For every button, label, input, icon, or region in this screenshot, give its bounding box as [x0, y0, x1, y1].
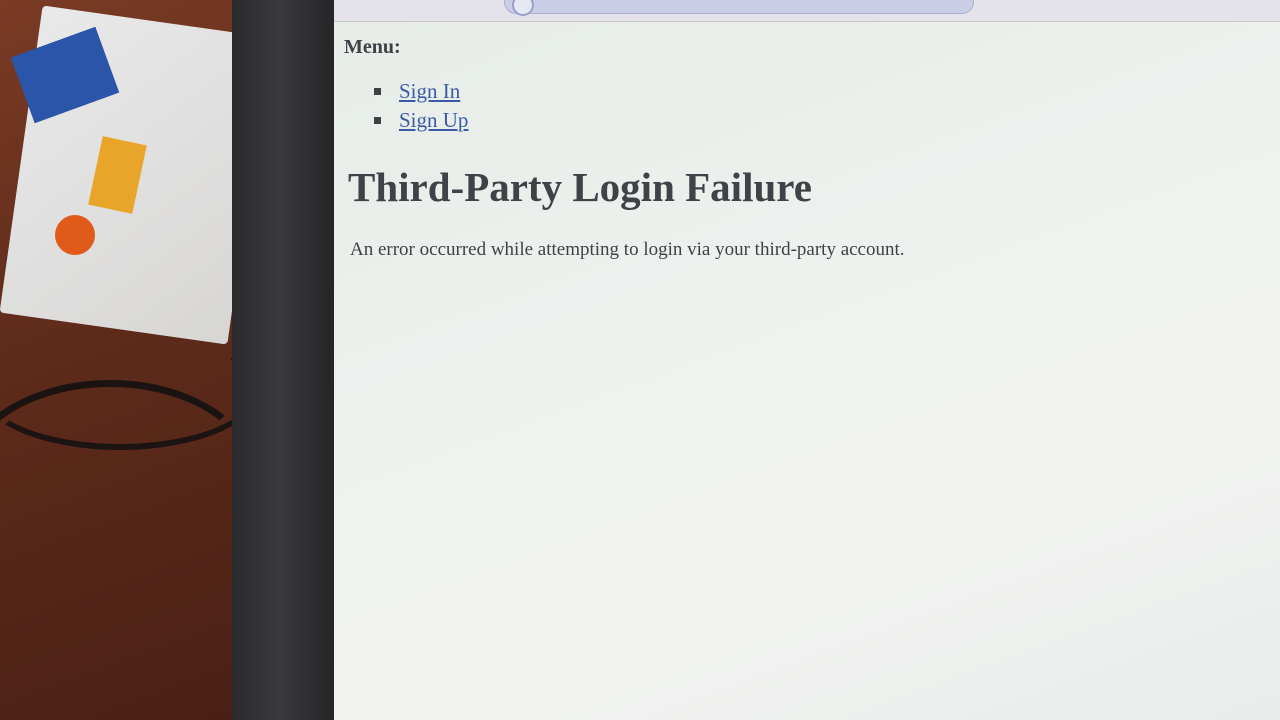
sign-in-link[interactable]: Sign In — [399, 79, 460, 104]
sign-up-link[interactable]: Sign Up — [399, 108, 468, 133]
browser-address-bar[interactable] — [334, 0, 1280, 22]
menu-list: Sign In Sign Up — [374, 77, 905, 135]
square-bullet-icon — [374, 88, 381, 95]
url-field[interactable] — [504, 0, 974, 14]
desk-background — [0, 0, 271, 720]
menu-item-sign-in: Sign In — [374, 77, 905, 106]
monitor-bezel — [232, 0, 350, 720]
monitor-screen: Menu: Sign In Sign Up Third-Party Login … — [334, 0, 1280, 720]
error-message: An error occurred while attempting to lo… — [350, 239, 905, 260]
paper-red-dot-graphic — [55, 215, 95, 255]
page-content: Menu: Sign In Sign Up Third-Party Login … — [344, 36, 905, 261]
square-bullet-icon — [374, 117, 381, 124]
page-title: Third-Party Login Failure — [348, 164, 812, 210]
menu-label: Menu: — [344, 36, 401, 58]
menu-item-sign-up: Sign Up — [374, 106, 905, 135]
